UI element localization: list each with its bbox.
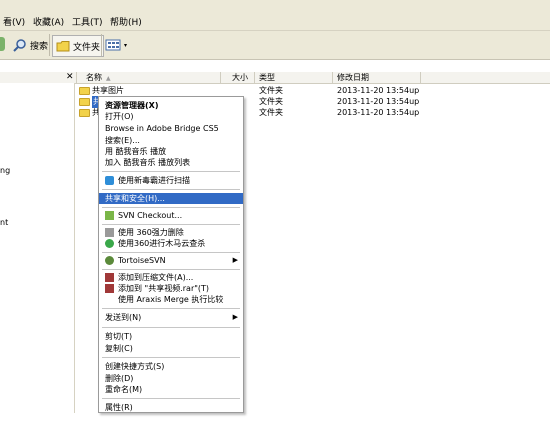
- menu-item-properties[interactable]: 属性(R): [99, 402, 243, 412]
- tree-text-fragment: nt: [0, 218, 9, 227]
- menu-item-360-trojan-scan[interactable]: 使用360进行木马云查杀: [99, 238, 243, 249]
- arrow-icon: ▶: [232, 256, 238, 264]
- folder-tree-pane[interactable]: [0, 83, 75, 413]
- view-icon: [105, 39, 121, 51]
- menu-item-browse-bridge[interactable]: Browse in Adobe Bridge CS5: [99, 123, 243, 134]
- search-icon: [13, 39, 26, 52]
- svn-icon: [105, 211, 114, 220]
- menu-item-add-archive[interactable]: 添加到压缩文件(A)...: [99, 272, 243, 283]
- toolbar-divider: [49, 34, 50, 56]
- menu-item-delete[interactable]: 删除(D): [99, 373, 243, 384]
- menu-separator: [102, 327, 240, 328]
- column-divider[interactable]: [76, 72, 77, 83]
- trojan-icon: [105, 239, 114, 248]
- menu-item-sharing-security[interactable]: 共享和安全(H)...: [99, 193, 243, 204]
- folder-icon: [79, 87, 90, 95]
- scan-icon: [105, 176, 114, 185]
- column-size[interactable]: 大小: [232, 72, 248, 83]
- search-button[interactable]: 搜索: [13, 35, 48, 55]
- folders-label: 文件夹: [73, 42, 101, 53]
- archive-icon: [105, 273, 114, 282]
- close-icon[interactable]: ✕: [66, 72, 74, 83]
- tree-text-fragment: ng: [0, 166, 11, 175]
- menu-item-antivirus-scan[interactable]: 使用新毒霸进行扫描: [99, 175, 243, 186]
- column-divider[interactable]: [420, 72, 421, 83]
- column-modified[interactable]: 修改日期: [337, 72, 369, 83]
- context-menu: 资源管理器(X) 打开(O) Browse in Adobe Bridge CS…: [98, 96, 244, 413]
- menu-item-add-playlist[interactable]: 加入 酷我音乐 播放列表: [99, 157, 243, 168]
- menu-item-send-to[interactable]: 发送到(N) ▶: [99, 312, 243, 323]
- menu-item-cut[interactable]: 剪切(T): [99, 331, 243, 342]
- sort-arrow-icon: ▲: [106, 75, 111, 82]
- menu-separator: [102, 357, 240, 358]
- menu-item-create-shortcut[interactable]: 创建快捷方式(S): [99, 361, 243, 372]
- column-header-bar: [0, 72, 550, 84]
- menu-item-add-rar[interactable]: 添加到 "共享视频.rar"(T): [99, 283, 243, 294]
- column-name[interactable]: 名称 ▲: [86, 72, 111, 83]
- column-divider[interactable]: [332, 72, 333, 83]
- folder-icon: [79, 98, 90, 106]
- tortoise-icon: [105, 256, 114, 265]
- menu-separator: [102, 189, 240, 190]
- menu-item-explore[interactable]: 资源管理器(X): [99, 100, 243, 111]
- menu-separator: [102, 308, 240, 309]
- folders-button[interactable]: 文件夹: [52, 35, 105, 57]
- spacer: [0, 60, 550, 72]
- chevron-down-icon: ▾: [124, 41, 128, 49]
- menu-item-rename[interactable]: 重命名(M): [99, 384, 243, 395]
- column-divider[interactable]: [254, 72, 255, 83]
- menu-separator: [102, 171, 240, 172]
- menu-view[interactable]: 看(V): [3, 15, 25, 28]
- folder-icon: [79, 109, 90, 117]
- folder-icon: [56, 41, 70, 52]
- menu-favorites[interactable]: 收藏(A): [33, 15, 64, 28]
- menu-item-copy[interactable]: 复制(C): [99, 343, 243, 354]
- menu-separator: [102, 224, 240, 225]
- toolbar-divider: [101, 34, 102, 56]
- menu-item-360-shred[interactable]: 使用 360强力删除: [99, 227, 243, 238]
- column-name-label: 名称: [86, 73, 102, 82]
- menu-item-araxis-compare[interactable]: 使用 Araxis Merge 执行比较: [99, 294, 243, 305]
- forward-icon[interactable]: [0, 37, 5, 51]
- views-button[interactable]: ▾: [105, 35, 127, 55]
- file-type: 文件夹: [259, 108, 283, 117]
- menu-separator: [102, 207, 240, 208]
- search-label: 搜索: [30, 41, 49, 52]
- file-modified: 2013-11-20 13:54up: [337, 108, 420, 117]
- menu-separator: [102, 269, 240, 270]
- menu-tools[interactable]: 工具(T): [72, 15, 103, 28]
- shred-icon: [105, 228, 114, 237]
- menu-separator: [102, 398, 240, 399]
- menu-item-play-kuwo[interactable]: 用 酷我音乐 播放: [99, 146, 243, 157]
- column-type[interactable]: 类型: [259, 72, 275, 83]
- menu-item-svn-checkout[interactable]: SVN Checkout...: [99, 210, 243, 221]
- menu-item-search[interactable]: 搜索(E)...: [99, 135, 243, 146]
- menu-separator: [102, 252, 240, 253]
- menu-help[interactable]: 帮助(H): [110, 15, 142, 28]
- column-divider[interactable]: [220, 72, 221, 83]
- menu-item-tortoisesvn[interactable]: TortoiseSVN ▶: [99, 255, 243, 266]
- archive-icon: [105, 284, 114, 293]
- arrow-icon: ▶: [232, 313, 238, 321]
- menu-item-open[interactable]: 打开(O): [99, 111, 243, 122]
